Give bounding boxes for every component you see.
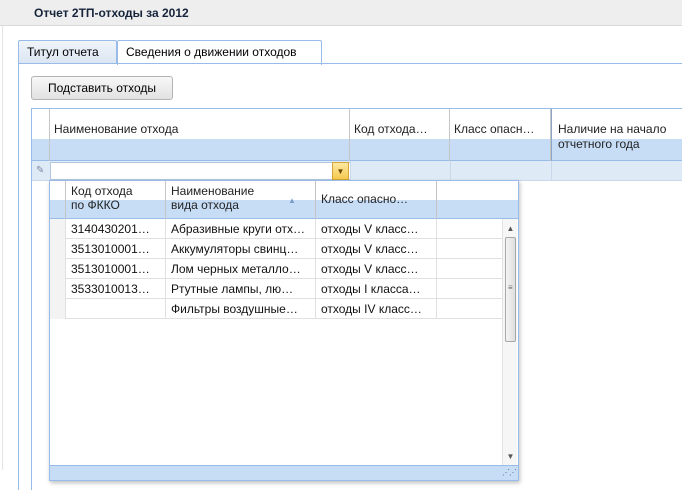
row-code xyxy=(66,299,166,319)
tab-strip-divider xyxy=(18,63,682,64)
row-class: отходы V класс… xyxy=(316,219,437,239)
grid-header-hazard-class[interactable]: Класс опасн… xyxy=(450,109,551,161)
row-name: Абразивные круги отх… xyxy=(166,219,316,239)
dropdown-scrollbar[interactable]: ▲ ≡ ▼ xyxy=(502,219,517,465)
arrow-down-icon[interactable]: ▼ xyxy=(503,449,518,463)
row-class: отходы I класса… xyxy=(316,279,437,299)
grip-icon: ≡ xyxy=(508,283,513,292)
grid-header-start-balance[interactable]: Наличие на начало отчетного года xyxy=(551,109,682,161)
dropdown-header-code[interactable]: Код отхода по ФККО xyxy=(66,181,166,219)
waste-picker-dropdown: Код отхода по ФККО Наименование вида отх… xyxy=(49,180,519,481)
table-row[interactable]: 3533010013… Ртутные лампы, лю… отходы I … xyxy=(50,279,502,299)
row-marker xyxy=(50,299,66,319)
grid-header-waste-code[interactable]: Код отхода… xyxy=(350,109,450,161)
dropdown-header-extra[interactable] xyxy=(437,181,518,219)
dropdown-header-marker xyxy=(50,181,66,219)
row-name: Лом черных металло… xyxy=(166,259,316,279)
edit-row-divider xyxy=(551,161,552,181)
window-title: Отчет 2ТП-отходы за 2012 xyxy=(34,6,189,20)
row-marker xyxy=(50,279,66,299)
grid-header: Наименование отхода Код отхода… Класс оп… xyxy=(32,109,682,161)
grid-edit-row: ✎ ▼ xyxy=(32,161,682,181)
sort-ascending-icon: ▲ xyxy=(288,196,296,205)
row-code: 3513010001… xyxy=(66,239,166,259)
dropdown-body: 3140430201… Абразивные круги отх… отходы… xyxy=(50,219,502,465)
row-class: отходы V класс… xyxy=(316,259,437,279)
row-code: 3513010001… xyxy=(66,259,166,279)
grid-header-waste-name[interactable]: Наименование отхода xyxy=(50,109,350,161)
row-code: 3533010013… xyxy=(66,279,166,299)
row-class: отходы V класс… xyxy=(316,239,437,259)
dropdown-header-class[interactable]: Класс опасно… xyxy=(316,181,437,219)
table-row[interactable]: 3140430201… Абразивные круги отх… отходы… xyxy=(50,219,502,239)
tab-panel-border xyxy=(18,63,19,490)
arrow-up-icon[interactable]: ▲ xyxy=(503,221,518,235)
table-row[interactable]: Фильтры воздушные… отходы IV класс… xyxy=(50,299,502,319)
waste-name-combo[interactable] xyxy=(50,162,351,180)
pencil-icon: ✎ xyxy=(36,165,45,176)
row-name: Фильтры воздушные… xyxy=(166,299,316,319)
substitute-waste-button[interactable]: Подставить отходы xyxy=(31,76,173,100)
row-code: 3140430201… xyxy=(66,219,166,239)
edit-row-divider xyxy=(450,161,451,181)
row-marker xyxy=(50,219,66,239)
resize-grip-icon[interactable]: ⋰⋰ xyxy=(502,468,517,477)
tab-title-page[interactable]: Титул отчета xyxy=(18,40,117,64)
dropdown-footer: ⋰⋰ xyxy=(50,465,518,480)
row-marker xyxy=(50,259,66,279)
table-row[interactable]: 3513010001… Аккумуляторы свинц… отходы V… xyxy=(50,239,502,259)
row-name: Аккумуляторы свинц… xyxy=(166,239,316,259)
tab-waste-movement[interactable]: Сведения о движении отходов xyxy=(117,40,322,65)
row-class: отходы IV класс… xyxy=(316,299,437,319)
tab-strip: Титул отчета Сведения о движении отходов xyxy=(0,40,682,65)
window-left-border xyxy=(2,26,3,470)
row-marker xyxy=(50,239,66,259)
scrollbar-thumb[interactable]: ≡ xyxy=(505,237,516,342)
chevron-down-icon[interactable]: ▼ xyxy=(332,162,349,180)
window-title-bar: Отчет 2ТП-отходы за 2012 xyxy=(0,0,682,26)
row-name: Ртутные лампы, лю… xyxy=(166,279,316,299)
edit-row-divider xyxy=(350,161,351,181)
dropdown-header: Код отхода по ФККО Наименование вида отх… xyxy=(50,181,518,219)
grid-header-marker xyxy=(32,109,50,161)
table-row[interactable]: 3513010001… Лом черных металло… отходы V… xyxy=(50,259,502,279)
